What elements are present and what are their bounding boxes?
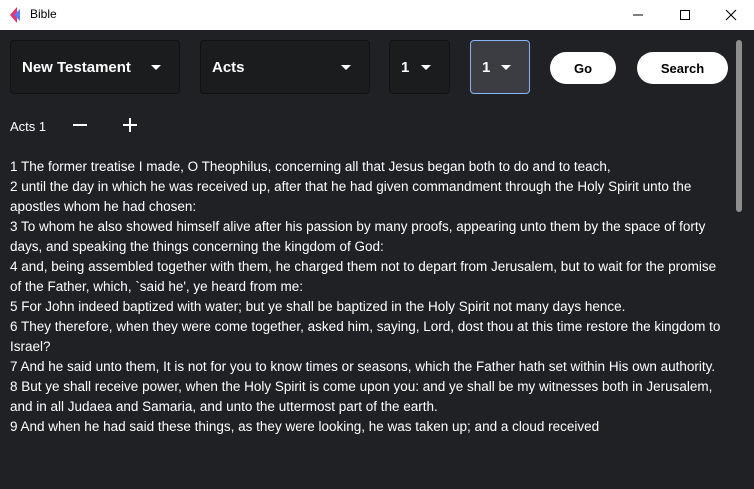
verse-dropdown[interactable]: 1	[470, 40, 530, 94]
title-bar: Bible	[0, 0, 754, 30]
minus-icon	[73, 124, 87, 126]
testament-dropdown[interactable]: New Testament	[10, 40, 180, 94]
verse-item: 1 The former treatise I made, O Theophil…	[10, 159, 611, 174]
minimize-icon	[633, 14, 643, 16]
testament-value: New Testament	[22, 58, 131, 76]
verse-item: 3 To whom he also showed himself alive a…	[10, 219, 706, 254]
close-icon	[725, 9, 737, 21]
vertical-scrollbar[interactable]	[736, 40, 742, 212]
verse-item: 8 But ye shall receive power, when the H…	[10, 379, 713, 414]
book-value: Acts	[212, 58, 245, 76]
search-button[interactable]: Search	[637, 52, 728, 84]
chevron-down-icon	[421, 64, 431, 70]
verse-item: 6 They therefore, when they were come to…	[10, 319, 721, 354]
book-dropdown[interactable]: Acts	[200, 40, 370, 94]
go-button[interactable]: Go	[550, 52, 616, 84]
verse-value: 1	[482, 58, 491, 76]
app-logo-icon	[10, 7, 20, 23]
verse-item: 7 And he said unto them, It is not for y…	[10, 359, 716, 374]
verse-item: 4 and, being assembled together with the…	[10, 259, 717, 294]
maximize-icon	[680, 10, 690, 20]
previous-chapter-button[interactable]	[69, 114, 91, 136]
window-title: Bible	[30, 7, 57, 21]
chapter-dropdown[interactable]: 1	[389, 40, 450, 94]
chapter-heading: Acts 1	[10, 119, 47, 134]
verse-list: 1 The former treatise I made, O Theophil…	[10, 157, 725, 437]
chevron-down-icon	[151, 64, 161, 70]
verse-item: 5 For John indeed baptized with water; b…	[10, 299, 626, 314]
chevron-down-icon	[341, 64, 351, 70]
chevron-down-icon	[501, 64, 511, 70]
plus-icon	[123, 118, 137, 132]
minimize-button[interactable]	[615, 0, 661, 30]
chapter-value: 1	[401, 58, 410, 76]
verse-item: 9 And when he had said these things, as …	[10, 419, 600, 434]
maximize-button[interactable]	[662, 0, 708, 30]
close-button[interactable]	[708, 0, 754, 30]
verse-item: 2 until the day in which he was received…	[10, 179, 692, 214]
next-chapter-button[interactable]	[119, 114, 141, 136]
